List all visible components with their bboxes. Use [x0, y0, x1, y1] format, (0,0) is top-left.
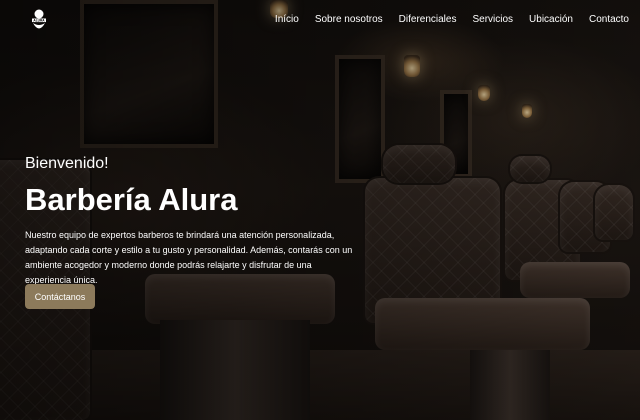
nav-link-diferenciales[interactable]: Diferenciales	[399, 14, 457, 26]
hero-title: Barbería Alura	[25, 182, 238, 217]
nav-link-inicio[interactable]: Início	[275, 14, 299, 26]
site-header: ALURA Início Sobre nosotros Diferenciale…	[0, 0, 640, 40]
hero-greeting: Bienvenido!	[25, 155, 109, 172]
nav-link-ubicacion[interactable]: Ubicación	[529, 14, 573, 26]
hero-description: Nuestro equipo de expertos barberos te b…	[25, 230, 353, 285]
main-nav: Início Sobre nosotros Diferenciales Serv…	[275, 14, 629, 26]
nav-link-servicios[interactable]: Servicios	[472, 14, 513, 26]
contact-button[interactable]: Contáctanos	[25, 284, 95, 309]
barber-logo-icon[interactable]: ALURA	[28, 8, 50, 34]
nav-link-sobre-nosotros[interactable]: Sobre nosotros	[315, 14, 383, 26]
hero-content: Bienvenido! Barbería Alura Nuestro equip…	[25, 154, 355, 288]
nav-link-contacto[interactable]: Contacto	[589, 14, 629, 26]
svg-text:ALURA: ALURA	[33, 18, 45, 22]
hero-section: ALURA Início Sobre nosotros Diferenciale…	[0, 0, 640, 420]
